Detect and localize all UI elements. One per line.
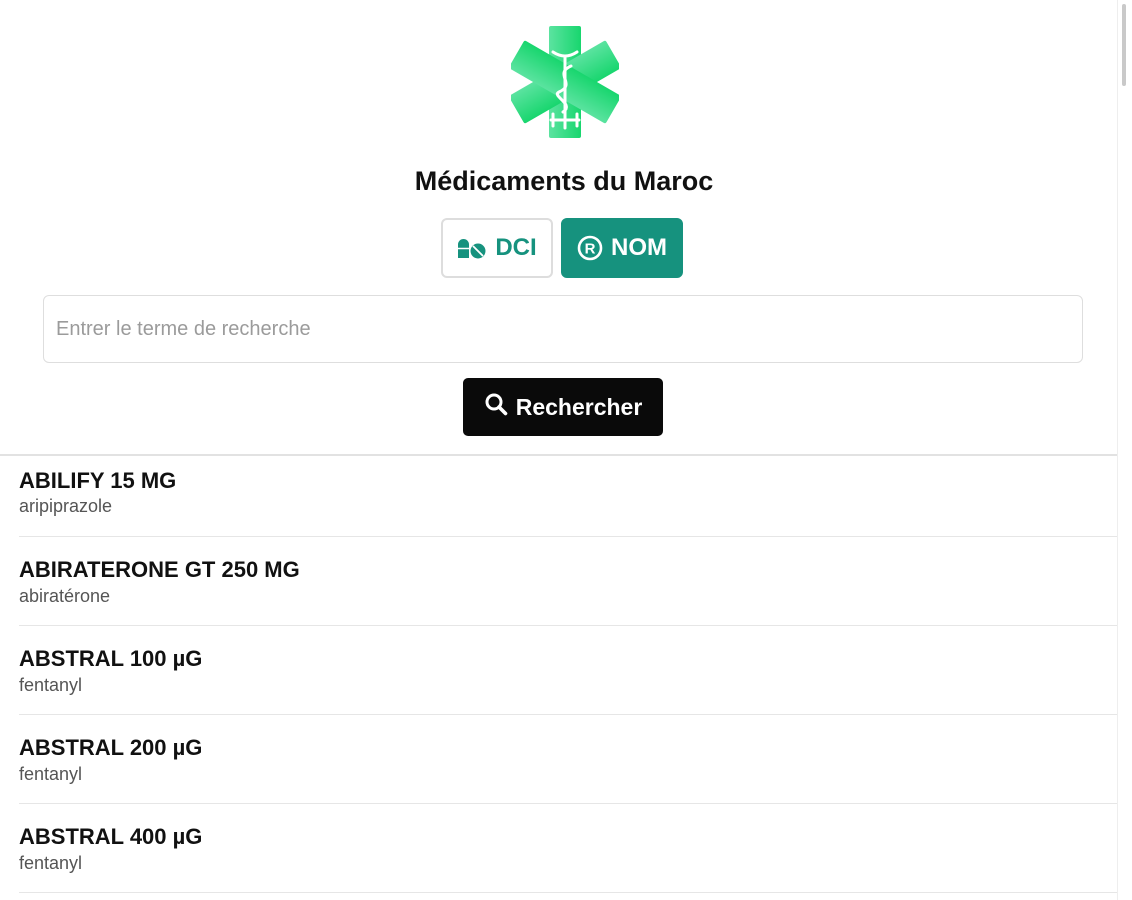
- search-button-label: Rechercher: [515, 393, 643, 420]
- medicine-name: ABSTRAL 100 µG: [19, 646, 203, 671]
- dci-mode-button[interactable]: DCI: [441, 218, 553, 278]
- search-icon: [484, 392, 508, 422]
- search-mode-toggle: DCI R NOM: [441, 218, 683, 278]
- nom-mode-label: NOM: [611, 234, 667, 261]
- nom-mode-button[interactable]: R NOM: [561, 218, 683, 278]
- medicine-name: ABSTRAL 200 µG: [19, 735, 203, 760]
- list-item[interactable]: ABSTRAL 100 µG fentanyl: [19, 626, 1128, 715]
- medicine-name: ABSTRAL 400 µG: [19, 824, 203, 849]
- app-title: Médicaments du Maroc: [414, 166, 714, 196]
- medicine-dci: fentanyl: [19, 853, 83, 873]
- scrollbar-thumb[interactable]: [1122, 4, 1126, 86]
- medicine-name: ABIRATERONE GT 250 MG: [19, 557, 300, 582]
- search-button[interactable]: Rechercher: [463, 378, 663, 436]
- medicine-dci: abiratérone: [19, 586, 111, 606]
- medicine-name: ABILIFY 15 MG: [19, 468, 177, 493]
- app-page: Médicaments du Maroc DCI R NOM Entrer le…: [0, 0, 1132, 900]
- star-of-life-icon: [509, 26, 621, 138]
- dci-mode-label: DCI: [495, 234, 537, 261]
- pills-icon: [457, 237, 487, 259]
- list-item[interactable]: ABILIFY 15 MG aripiprazole: [19, 456, 1128, 537]
- list-item[interactable]: ABIRATERONE GT 250 MG abiratérone: [19, 537, 1128, 626]
- list-item[interactable]: ABSTRAL 400 µG fentanyl: [19, 804, 1128, 893]
- search-header: Médicaments du Maroc DCI R NOM Entrer le…: [0, 0, 1128, 456]
- svg-text:R: R: [585, 241, 596, 258]
- medicine-dci: fentanyl: [19, 764, 83, 784]
- scrollbar[interactable]: [1117, 0, 1132, 900]
- medicine-dci: aripiprazole: [19, 496, 113, 516]
- medicine-dci: fentanyl: [19, 675, 83, 695]
- search-input[interactable]: [43, 295, 1083, 363]
- registered-icon: R: [577, 235, 603, 261]
- results-list: ABILIFY 15 MG aripiprazole ABIRATERONE G…: [19, 456, 1128, 893]
- list-item[interactable]: ABSTRAL 200 µG fentanyl: [19, 715, 1128, 804]
